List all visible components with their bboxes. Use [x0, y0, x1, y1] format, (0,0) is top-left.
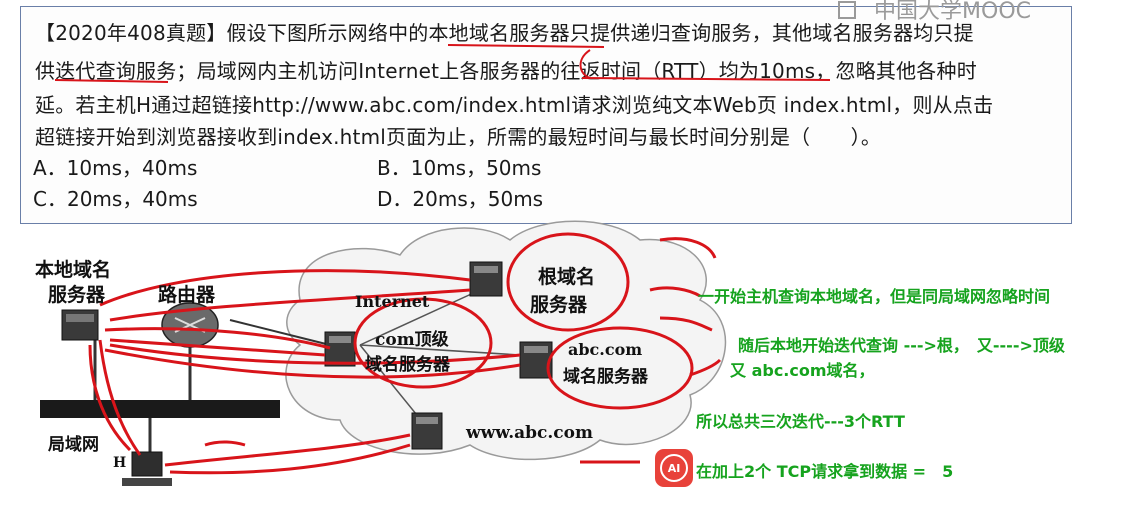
- www-label: www.abc.com: [466, 423, 593, 443]
- question-underlines: [54, 44, 831, 83]
- ai-assistant-icon[interactable]: AI: [655, 449, 693, 487]
- root-dns-label-2: 服务器: [530, 294, 588, 316]
- note-5: 在加上2个 TCP请求拿到数据 = 5: [696, 462, 954, 481]
- note-1: 一开始主机查询本地域名，但是同局域网忽略时间: [698, 287, 1051, 306]
- root-dns-label-1: 根域名: [538, 266, 596, 288]
- www-server-icon: [411, 412, 443, 450]
- host-h-label: H: [113, 455, 127, 471]
- local-dns-server-icon: [61, 309, 99, 341]
- local-dns-label-1: 本地域名: [35, 259, 112, 281]
- note-3: 又 abc.com域名，: [730, 361, 875, 380]
- root-server-icon: [469, 261, 503, 297]
- router-label: 路由器: [158, 284, 216, 306]
- abc-dns-label-2: 域名服务器: [563, 367, 648, 387]
- note-4: 所以总共三次迭代---3个RTT: [696, 412, 905, 431]
- com-dns-label-1: com顶级: [375, 330, 449, 350]
- com-dns-label-2: 域名服务器: [365, 355, 450, 375]
- host-computer-icon: [122, 451, 172, 486]
- abc-dns-label-1: abc.com: [568, 340, 643, 359]
- internet-label: Internet: [355, 292, 430, 311]
- note-2: 随后本地开始迭代查询 --->根， 又---->顶级: [738, 336, 1065, 355]
- local-dns-label-2: 服务器: [48, 284, 106, 306]
- lan-backbone: [40, 400, 280, 418]
- lan-label: 局域网: [48, 435, 99, 455]
